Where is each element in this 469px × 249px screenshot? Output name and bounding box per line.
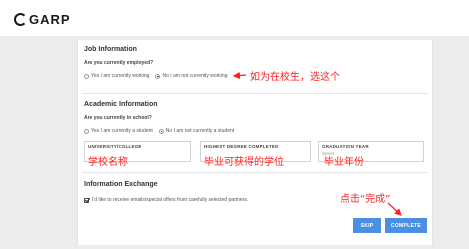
school-question: Are you currently in school?: [84, 115, 152, 121]
graduation-year-label: GRADUATION YEAR: [322, 144, 369, 149]
skip-button[interactable]: SKIP: [353, 218, 381, 233]
school-yes-label[interactable]: Yes I am currently a student: [91, 128, 153, 134]
employed-question: Are you currently employed?: [84, 60, 154, 66]
consent-row: I'd like to receive emails/special offer…: [84, 197, 248, 203]
student-note-annotation: 如为在校生，选这个: [250, 72, 340, 83]
employed-no-radio[interactable]: [155, 73, 161, 79]
employed-radio-group: Yes I am currently working No I am not c…: [84, 73, 227, 79]
job-section-title: Job Information: [84, 46, 137, 53]
employed-no-label[interactable]: No I am not currently working: [162, 73, 227, 79]
garp-logo-mark-icon: [14, 13, 27, 26]
school-no-radio[interactable]: [158, 128, 164, 134]
section-divider: [82, 172, 428, 173]
top-bar: GARP: [0, 0, 469, 36]
garp-logo[interactable]: GARP: [14, 12, 71, 27]
exchange-section-title: Information Exchange: [84, 181, 158, 188]
consent-checkbox[interactable]: [84, 197, 89, 203]
year-note-annotation: 毕业年份: [324, 157, 364, 168]
consent-label[interactable]: I'd like to receive emails/special offer…: [92, 197, 248, 203]
logo-text: GARP: [29, 12, 71, 27]
employed-yes-label[interactable]: Yes I am currently working: [91, 73, 149, 79]
university-field-label: UNIVERSITY/COLLEGE: [88, 144, 142, 149]
degree-field-label: HIGHEST DEGREE COMPLETED: [204, 144, 279, 149]
complete-button[interactable]: COMPLETE: [385, 218, 427, 233]
section-divider: [82, 93, 428, 94]
school-yes-radio[interactable]: [84, 128, 89, 134]
school-radio-group: Yes I am currently a student No I am not…: [84, 128, 234, 134]
degree-note-annotation: 毕业可获得的学位: [204, 157, 284, 168]
complete-note-annotation: 点击“完成”: [340, 194, 391, 205]
employed-yes-radio[interactable]: [84, 73, 89, 79]
academic-section-title: Academic Information: [84, 101, 158, 108]
university-note-annotation: 学校名称: [88, 157, 128, 168]
school-no-label[interactable]: No I am not currently a student: [166, 128, 234, 134]
